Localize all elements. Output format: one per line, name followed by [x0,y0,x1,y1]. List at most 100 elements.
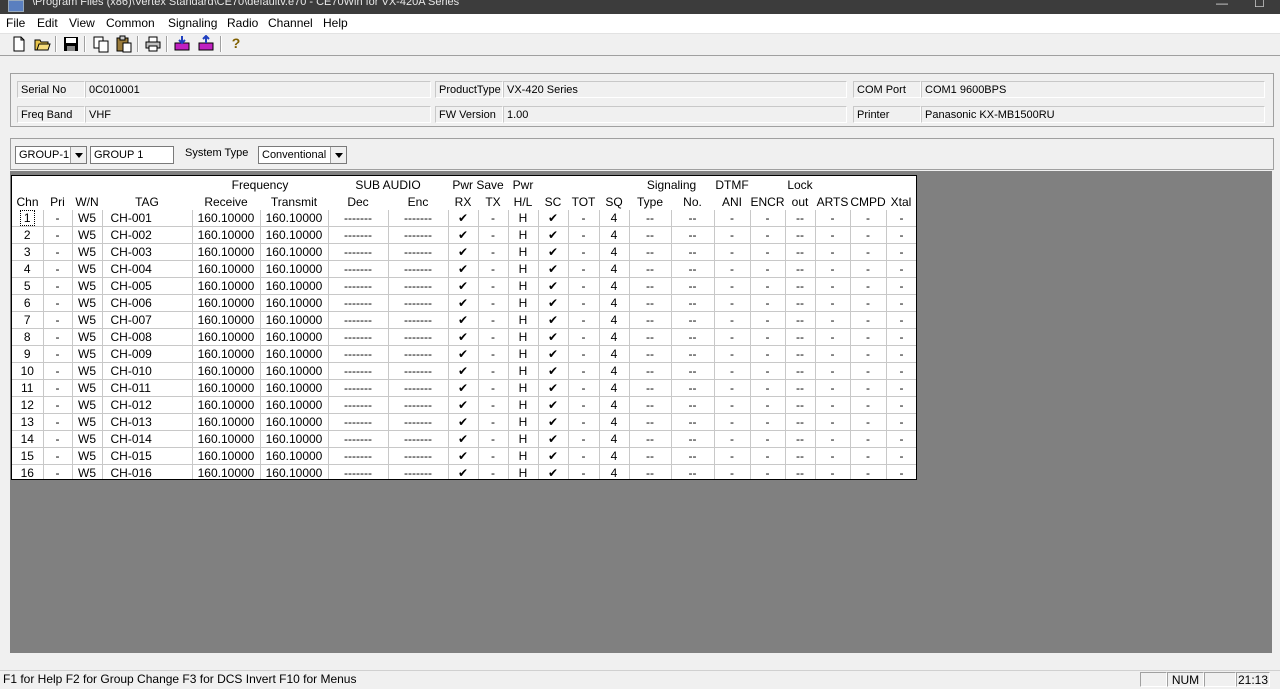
cell-no[interactable]: -- [671,345,715,363]
cell-no[interactable]: -- [671,396,715,414]
cell-tag[interactable]: CH-013 [102,413,193,431]
cell-no[interactable]: -- [671,210,715,227]
read-radio-icon[interactable] [173,35,191,53]
cell-tx[interactable]: - [478,464,509,479]
cell-no[interactable]: -- [671,379,715,397]
cell-cmpd[interactable]: - [850,396,887,414]
cell-transmit[interactable]: 160.10000 [260,396,329,414]
cell-xtal[interactable]: - [886,277,916,295]
cell-transmit[interactable]: 160.10000 [260,413,329,431]
col-receive[interactable]: Receive [192,194,260,210]
cell-enc[interactable]: ------- [388,345,449,363]
maximize-button[interactable]: ☐ [1254,0,1265,10]
cell-enc[interactable]: ------- [388,464,449,479]
cell-wn[interactable]: W5 [72,243,103,261]
cell-transmit[interactable]: 160.10000 [260,277,329,295]
cell-no[interactable]: -- [671,413,715,431]
cell-lockout[interactable]: -- [785,260,816,278]
cell-tx[interactable]: - [478,362,509,380]
col-no[interactable]: No. [671,194,714,210]
cell-dec[interactable]: ------- [328,243,389,261]
cell-tx[interactable]: - [478,413,509,431]
cell-enc[interactable]: ------- [388,396,449,414]
cell-pri[interactable]: - [43,260,73,278]
cell-no[interactable]: -- [671,430,715,448]
cell-xtal[interactable]: - [886,464,916,479]
cell-transmit[interactable]: 160.10000 [260,464,329,479]
cell-chn[interactable]: 2 [12,226,44,244]
cell-xtal[interactable]: - [886,447,916,465]
cell-xtal[interactable]: - [886,362,916,380]
cell-cmpd[interactable]: - [850,277,887,295]
cell-hl[interactable]: H [508,210,539,227]
cell-dec[interactable]: ------- [328,396,389,414]
table-row[interactable]: 10- W5 CH-010 160.10000 160.10000 ------- ----… [12,362,916,380]
cell-tag[interactable]: CH-011 [102,379,193,397]
cell-type[interactable]: -- [629,260,672,278]
cell-ani[interactable]: - [714,464,751,479]
cell-rx[interactable]: ✔ [448,243,479,261]
cell-type[interactable]: -- [629,430,672,448]
cell-type[interactable]: -- [629,294,672,312]
cell-rx[interactable]: ✔ [448,260,479,278]
cell-tx[interactable]: - [478,396,509,414]
cell-sc[interactable]: ✔ [538,447,569,465]
cell-wn[interactable]: W5 [72,464,103,479]
cell-pri[interactable]: - [43,277,73,295]
cell-sc[interactable]: ✔ [538,311,569,329]
cell-cmpd[interactable]: - [850,430,887,448]
cell-hl[interactable]: H [508,345,539,363]
table-row[interactable]: 13- W5 CH-013 160.10000 160.10000 ------- ----… [12,413,916,431]
cell-cmpd[interactable]: - [850,243,887,261]
cell-tag[interactable]: CH-016 [102,464,193,479]
cell-enc[interactable]: ------- [388,379,449,397]
cell-ani[interactable]: - [714,294,751,312]
cell-type[interactable]: -- [629,396,672,414]
cell-chn[interactable]: 14 [12,430,44,448]
col-xtal[interactable]: Xtal [886,194,916,210]
cell-type[interactable]: -- [629,464,672,479]
cell-sc[interactable]: ✔ [538,396,569,414]
cell-encr[interactable]: - [750,379,786,397]
cell-sc[interactable]: ✔ [538,260,569,278]
table-row[interactable]: 8- W5 CH-008 160.10000 160.10000 ------- -----… [12,328,916,346]
col-arts[interactable]: ARTS [815,194,850,210]
cell-cmpd[interactable]: - [850,294,887,312]
cell-type[interactable]: -- [629,379,672,397]
cell-arts[interactable]: - [815,311,851,329]
cell-hl[interactable]: H [508,260,539,278]
table-row[interactable]: 7- W5 CH-007 160.10000 160.10000 ------- -----… [12,311,916,329]
cell-sc[interactable]: ✔ [538,226,569,244]
cell-wn[interactable]: W5 [72,413,103,431]
cell-hl[interactable]: H [508,328,539,346]
col-tag[interactable]: TAG [102,194,192,210]
cell-sc[interactable]: ✔ [538,328,569,346]
cell-rx[interactable]: ✔ [448,226,479,244]
cell-xtal[interactable]: - [886,345,916,363]
cell-sq[interactable]: 4 [599,430,630,448]
cell-cmpd[interactable]: - [850,328,887,346]
cell-tag[interactable]: CH-003 [102,243,193,261]
cell-dec[interactable]: ------- [328,294,389,312]
cell-lockout[interactable]: -- [785,379,816,397]
cell-enc[interactable]: ------- [388,430,449,448]
cell-sq[interactable]: 4 [599,345,630,363]
cell-type[interactable]: -- [629,413,672,431]
cell-ani[interactable]: - [714,277,751,295]
cell-encr[interactable]: - [750,413,786,431]
cell-encr[interactable]: - [750,260,786,278]
col-wn[interactable]: W/N [72,194,102,210]
cell-rx[interactable]: ✔ [448,277,479,295]
cell-ani[interactable]: - [714,226,751,244]
cell-hl[interactable]: H [508,379,539,397]
cell-type[interactable]: -- [629,210,672,227]
cell-arts[interactable]: - [815,362,851,380]
cell-tx[interactable]: - [478,430,509,448]
col-ani[interactable]: ANI [714,194,750,210]
cell-lockout[interactable]: -- [785,294,816,312]
cell-dec[interactable]: ------- [328,362,389,380]
cell-arts[interactable]: - [815,243,851,261]
cell-tot[interactable]: - [568,210,600,227]
col-encr[interactable]: ENCR [750,194,785,210]
cell-sc[interactable]: ✔ [538,379,569,397]
